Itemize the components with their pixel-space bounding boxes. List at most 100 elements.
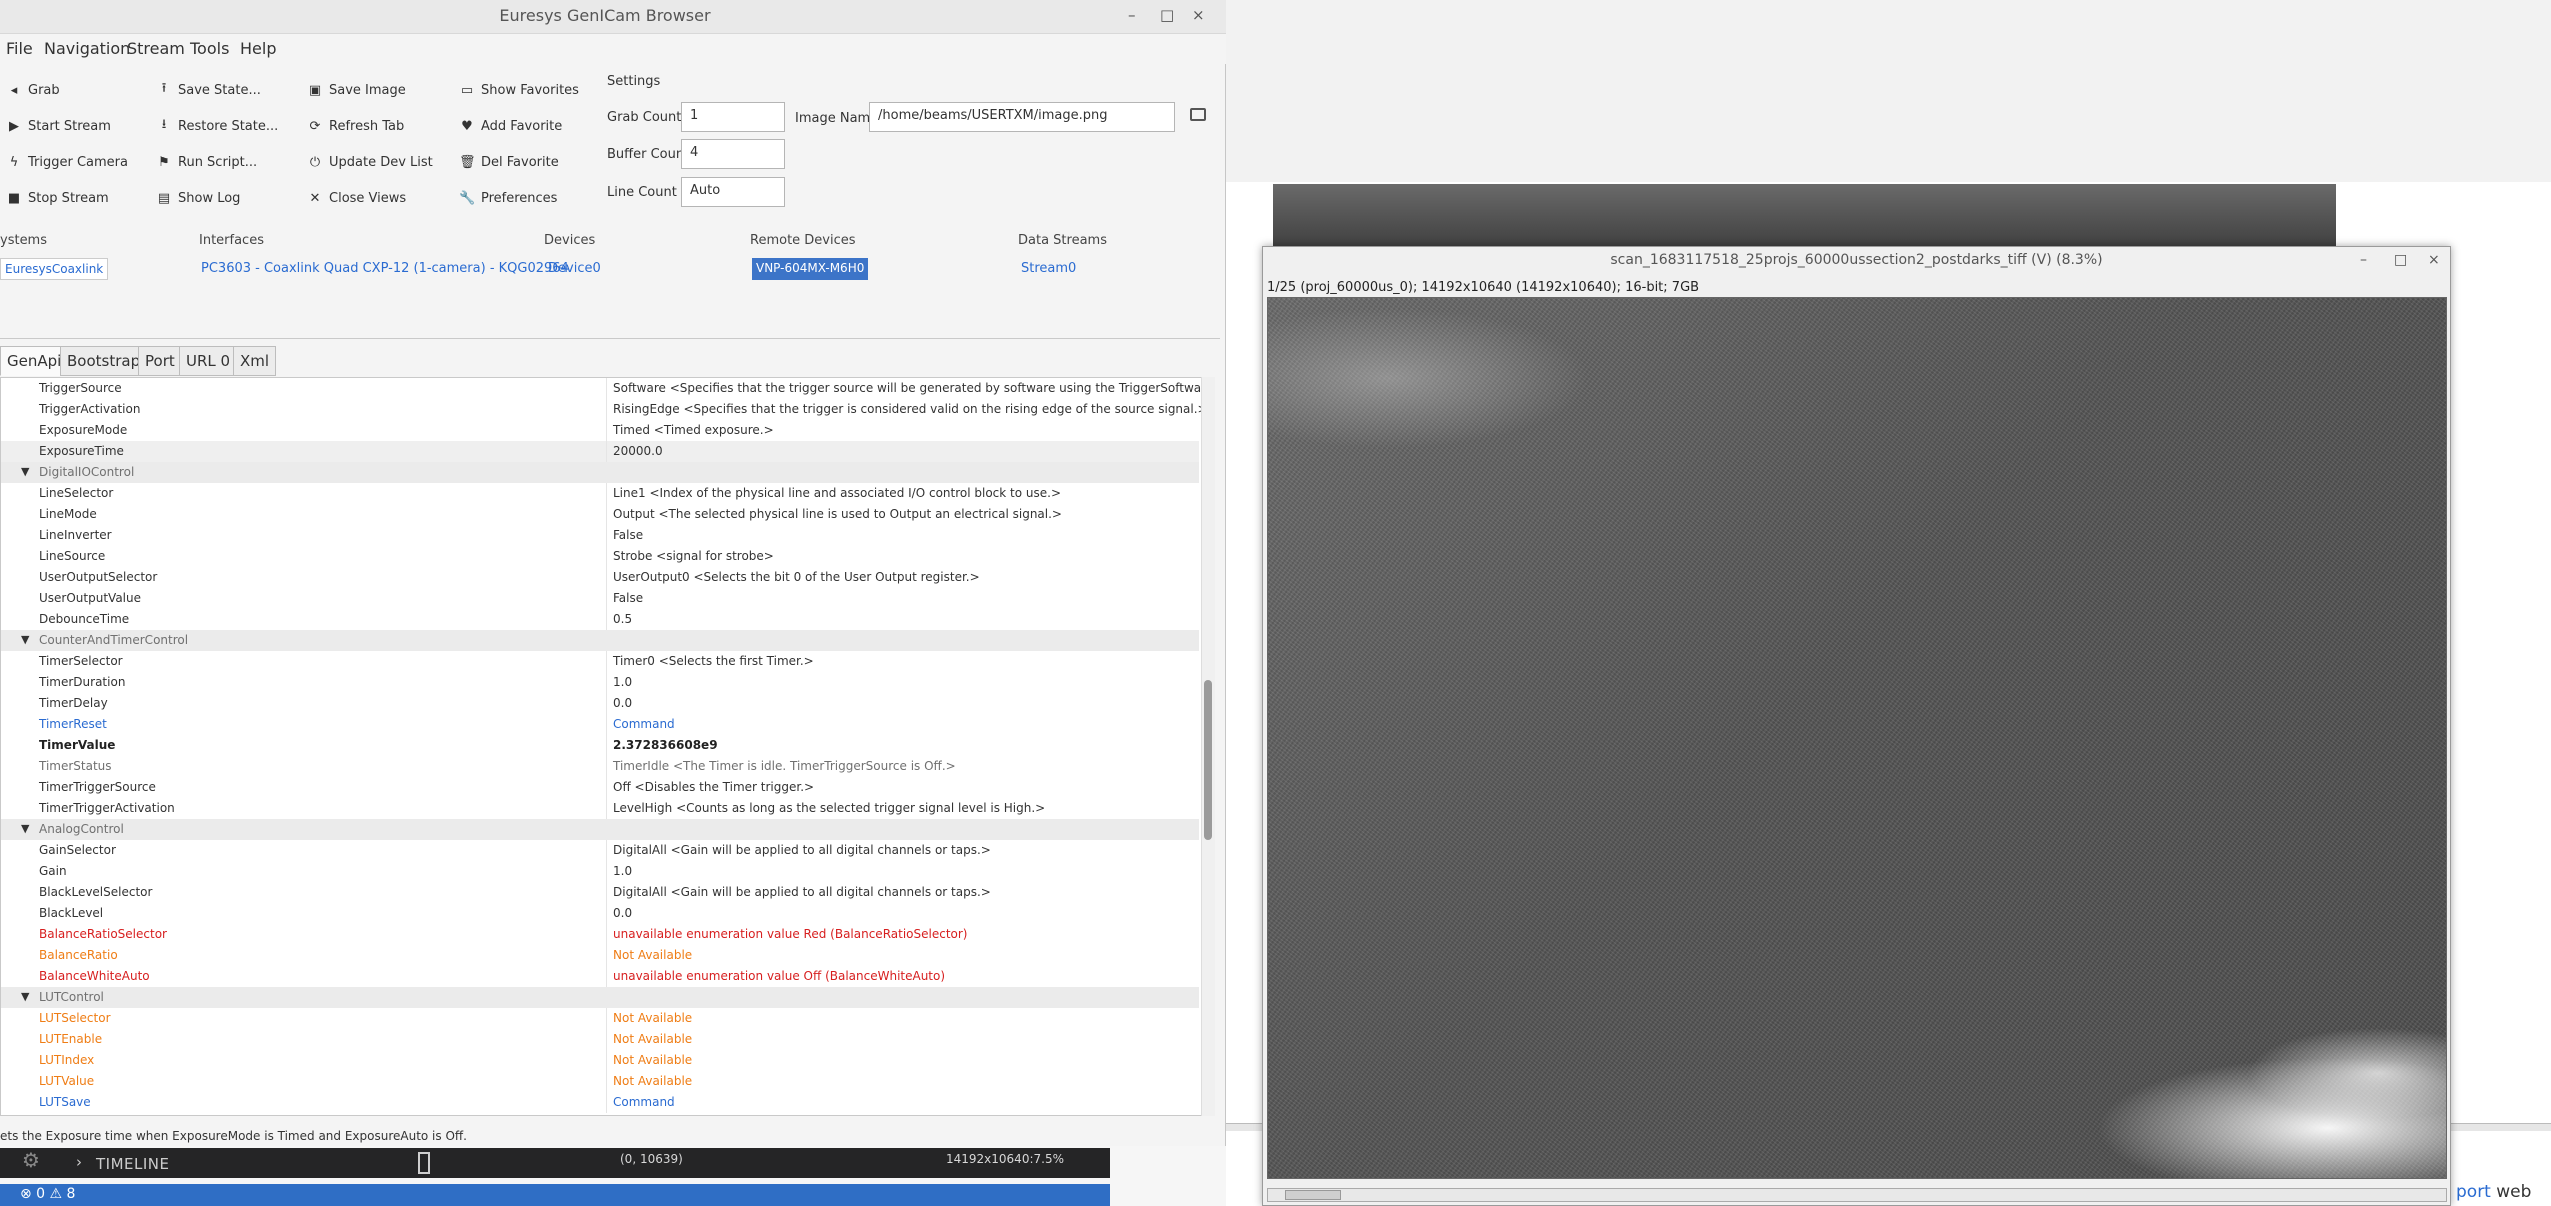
property-row[interactable]: GainSelector DigitalAll <Gain will be app… (1, 840, 1199, 861)
add-favorite-button[interactable]: ♥ Add Favorite (459, 115, 562, 137)
property-value[interactable]: 0.5 (613, 612, 632, 626)
property-row[interactable]: BalanceWhiteAuto unavailable enumeration … (1, 966, 1199, 987)
device-item[interactable]: Device0 (548, 261, 601, 276)
start-stream-button[interactable]: ▶ Start Stream (6, 115, 111, 137)
property-row[interactable]: Gain 1.0 (1, 861, 1199, 882)
property-row[interactable]: LineInverter False (1, 525, 1199, 546)
property-value[interactable]: Not Available (613, 1074, 692, 1088)
stop-stream-button[interactable]: ■ Stop Stream (6, 187, 109, 209)
property-value[interactable]: DigitalAll <Gain will be applied to all … (613, 843, 991, 857)
tab-genapi[interactable]: GenApi (0, 346, 69, 376)
property-row[interactable]: TimerValue 2.372836608e9 (1, 735, 1199, 756)
property-row[interactable]: BalanceRatioSelector unavailable enumerat… (1, 924, 1199, 945)
viewer-close-button[interactable]: × (2428, 252, 2440, 268)
property-row[interactable]: BlackLevel 0.0 (1, 903, 1199, 924)
expand-triangle-icon[interactable]: ▼ (21, 822, 29, 835)
grab-button[interactable]: ◂ Grab (6, 79, 60, 101)
tab-port[interactable]: Port (138, 346, 182, 376)
property-group[interactable]: ▼ AnalogControl (1, 819, 1199, 840)
property-row[interactable]: TimerTriggerActivation LevelHigh <Counts … (1, 798, 1199, 819)
system-item[interactable]: EuresysCoaxlink (0, 258, 109, 280)
property-row[interactable]: LUTValue Not Available (1, 1071, 1199, 1092)
property-group[interactable]: ▼ DigitalIOControl (1, 462, 1199, 483)
restore-state-button[interactable]: ⭳ Restore State... (156, 115, 279, 137)
property-row[interactable]: TimerDuration 1.0 (1, 672, 1199, 693)
property-row[interactable]: LUTIndex Not Available (1, 1050, 1199, 1071)
viewer-minimize-button[interactable]: – (2360, 252, 2367, 268)
property-value[interactable]: Not Available (613, 1053, 692, 1067)
buffer-count-field[interactable]: 4 (681, 139, 785, 169)
property-value[interactable]: UserOutput0 <Selects the bit 0 of the Us… (613, 570, 980, 584)
menu-navigation[interactable]: Navigation (44, 39, 130, 58)
property-row[interactable]: TimerDelay 0.0 (1, 693, 1199, 714)
property-value[interactable]: False (613, 528, 643, 542)
show-favorites-button[interactable]: ▭ Show Favorites (459, 79, 579, 101)
property-row[interactable]: LUTSelector Not Available (1, 1008, 1199, 1029)
property-row[interactable]: LineSelector Line1 <Index of the physical… (1, 483, 1199, 504)
property-row[interactable]: DebounceTime 0.5 (1, 609, 1199, 630)
close-button[interactable]: × (1192, 6, 1205, 24)
show-log-button[interactable]: ▤ Show Log (156, 187, 241, 209)
property-value[interactable]: Output <The selected physical line is us… (613, 507, 1062, 521)
viewer-maximize-button[interactable]: □ (2394, 252, 2407, 268)
property-value[interactable]: Timer0 <Selects the first Timer.> (613, 654, 814, 668)
menu-tools[interactable]: Tools (190, 39, 229, 58)
trigger-camera-button[interactable]: ϟ Trigger Camera (6, 151, 128, 173)
property-value[interactable]: TimerIdle <The Timer is idle. TimerTrigg… (613, 759, 956, 773)
property-row[interactable]: ExposureTime 20000.0 (1, 441, 1199, 462)
remote-device-item[interactable]: VNP-604MX-M6H0 (752, 258, 869, 280)
property-group[interactable]: ▼ CounterAndTimerControl (1, 630, 1199, 651)
property-value[interactable]: Off <Disables the Timer trigger.> (613, 780, 814, 794)
projection-image[interactable] (1267, 297, 2447, 1179)
timeline-label[interactable]: TIMELINE (96, 1155, 170, 1173)
property-row[interactable]: LUTSave Command (1, 1092, 1199, 1113)
image-name-field[interactable]: /home/beams/USERTXM/image.png (869, 102, 1175, 132)
property-value[interactable]: 20000.0 (613, 444, 663, 458)
scrollbar-thumb[interactable] (1204, 680, 1212, 840)
minimize-button[interactable]: – (1128, 6, 1136, 24)
menu-file[interactable]: File (6, 39, 33, 58)
folder-open-icon[interactable] (1190, 108, 1206, 121)
property-value[interactable]: 2.372836608e9 (613, 738, 718, 752)
expand-triangle-icon[interactable]: ▼ (21, 990, 29, 1003)
property-value[interactable]: RisingEdge <Specifies that the trigger i… (613, 402, 1208, 416)
interface-item[interactable]: PC3603 - Coaxlink Quad CXP-12 (1-camera)… (201, 261, 569, 276)
del-favorite-button[interactable]: 🗑 Del Favorite (459, 151, 559, 173)
property-value[interactable]: unavailable enumeration value Red (Balan… (613, 927, 967, 941)
gear-icon[interactable]: ⚙ (22, 1148, 40, 1172)
expand-triangle-icon[interactable]: ▼ (21, 465, 29, 478)
property-row[interactable]: LineSource Strobe <signal for strobe> (1, 546, 1199, 567)
property-value[interactable]: Line1 <Index of the physical line and as… (613, 486, 1061, 500)
web-link[interactable]: port web (2456, 1182, 2531, 1202)
viewer-horizontal-scrollbar[interactable] (1267, 1188, 2447, 1202)
property-row[interactable]: LineMode Output <The selected physical li… (1, 504, 1199, 525)
menu-stream[interactable]: Stream (127, 39, 185, 58)
property-value[interactable]: 0.0 (613, 696, 632, 710)
viewer-scrollbar-thumb[interactable] (1285, 1190, 1341, 1200)
problems-count[interactable]: ⊗ 0 ⚠ 8 (20, 1186, 75, 1202)
property-value[interactable]: Not Available (613, 1011, 692, 1025)
menu-help[interactable]: Help (240, 39, 276, 58)
property-value[interactable]: Command (613, 717, 675, 731)
stream-item[interactable]: Stream0 (1021, 261, 1076, 276)
property-row[interactable]: TriggerActivation RisingEdge <Specifies t… (1, 399, 1208, 420)
property-row[interactable]: ExposureMode Timed <Timed exposure.> (1, 420, 1199, 441)
property-row[interactable]: BalanceRatio Not Available (1, 945, 1199, 966)
save-state-button[interactable]: ⭱ Save State... (156, 79, 261, 101)
tab-xml[interactable]: Xml (233, 346, 277, 376)
save-image-button[interactable]: ▣ Save Image (307, 79, 406, 101)
property-value[interactable]: unavailable enumeration value Off (Balan… (613, 969, 945, 983)
property-row[interactable]: BlackLevelSelector DigitalAll <Gain will … (1, 882, 1199, 903)
preferences-button[interactable]: 🔧 Preferences (459, 187, 557, 209)
property-value[interactable]: 1.0 (613, 864, 632, 878)
chevron-right-icon[interactable]: › (76, 1153, 82, 1171)
tab-bootstrap[interactable]: Bootstrap (60, 346, 148, 376)
panel-toggle-icon[interactable] (418, 1152, 430, 1174)
property-value[interactable]: DigitalAll <Gain will be applied to all … (613, 885, 991, 899)
property-row[interactable]: UserOutputValue False (1, 588, 1199, 609)
property-value[interactable]: 1.0 (613, 675, 632, 689)
property-row[interactable]: UserOutputSelector UserOutput0 <Selects t… (1, 567, 1199, 588)
property-value[interactable]: Strobe <signal for strobe> (613, 549, 774, 563)
property-row[interactable]: TriggerSource Software <Specifies that th… (1, 378, 1214, 399)
property-value[interactable]: Timed <Timed exposure.> (613, 423, 774, 437)
